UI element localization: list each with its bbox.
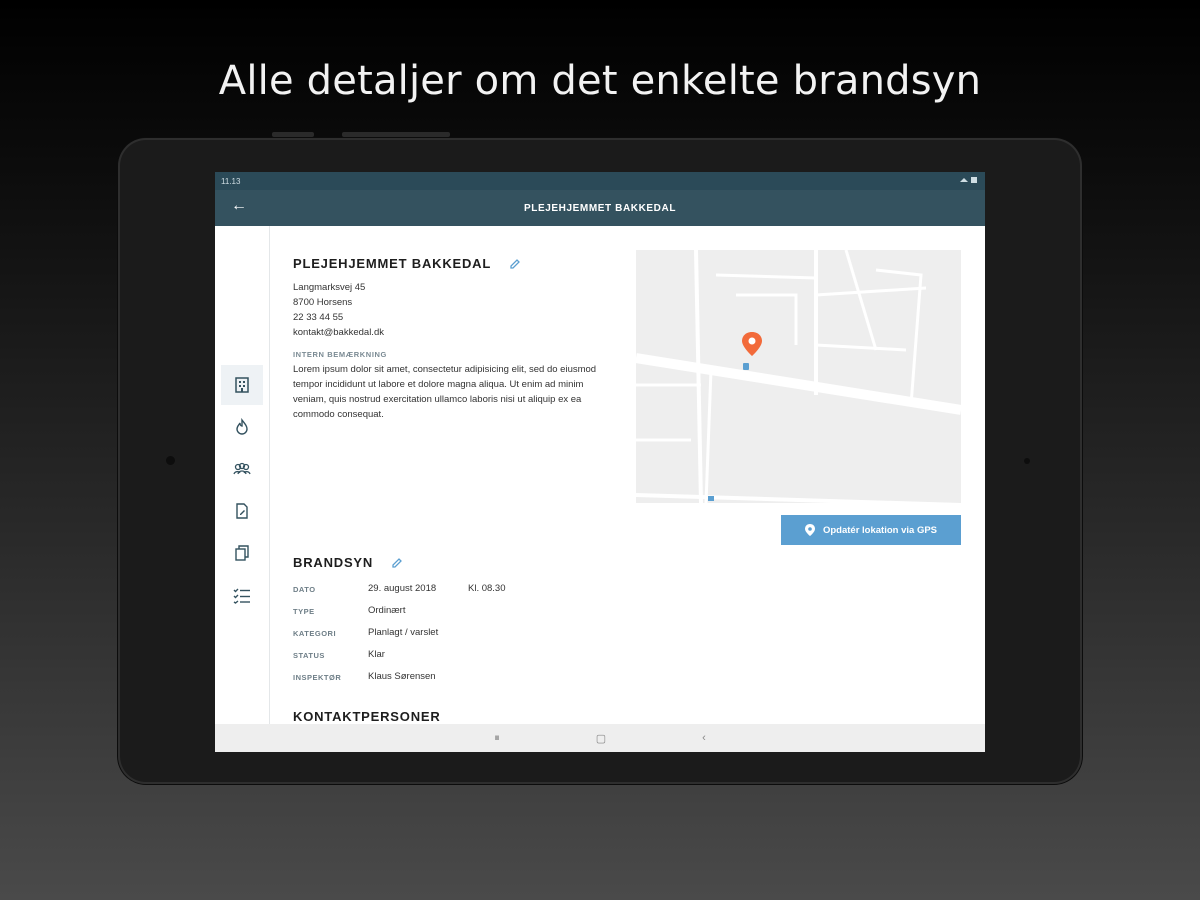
wifi-battery-icon	[960, 177, 977, 183]
location-pin-icon	[804, 524, 815, 536]
inspector-value: Klaus Sørensen	[368, 671, 436, 682]
app-bar: ← PLEJEHJEMMET BAKKEDAL	[215, 190, 985, 226]
date-label: DATO	[293, 585, 316, 594]
edit-pencil-icon[interactable]	[391, 557, 403, 569]
sidebar-item-checklist[interactable]	[221, 575, 263, 615]
address-line1: Langmarksvej 45	[293, 282, 366, 293]
sidebar	[215, 226, 270, 724]
status-label: STATUS	[293, 651, 325, 660]
tablet-volume-button	[272, 132, 314, 137]
people-icon	[233, 462, 251, 475]
back-arrow-icon[interactable]: ←	[231, 197, 247, 215]
sidebar-item-building[interactable]	[221, 365, 263, 405]
brandsyn-title: BRANDSYN	[293, 555, 374, 570]
map-streets	[636, 250, 961, 503]
document-edit-icon	[236, 503, 248, 519]
sidebar-item-people[interactable]	[221, 449, 263, 489]
tablet-power-button	[342, 132, 450, 137]
location-name: PLEJEHJEMMET BAKKEDAL	[293, 256, 492, 271]
status-icons	[959, 176, 979, 186]
sidebar-item-fire[interactable]	[221, 407, 263, 447]
front-camera	[166, 456, 175, 465]
phone[interactable]: 22 33 44 55	[293, 310, 633, 325]
inspector-label: INSPEKTØR	[293, 673, 342, 682]
update-gps-button[interactable]: Opdatér lokation via GPS	[781, 515, 961, 545]
note-text: Lorem ipsum dolor sit amet, consectetur …	[293, 364, 597, 420]
back-icon[interactable]: ‹	[702, 732, 706, 744]
flame-icon	[236, 418, 248, 435]
edit-pencil-icon[interactable]	[509, 258, 521, 270]
app-bar-title: PLEJEHJEMMET BAKKEDAL	[523, 202, 677, 214]
sidebar-item-document[interactable]	[221, 491, 263, 531]
checklist-icon	[233, 588, 250, 604]
sidebar-item-copy[interactable]	[221, 533, 263, 573]
type-label: TYPE	[293, 607, 315, 616]
status-value: Klar	[368, 649, 385, 660]
time-value: Kl. 08.30	[468, 583, 506, 594]
type-value: Ordinært	[368, 605, 406, 616]
address-line2: 8700 Horsens	[293, 297, 353, 308]
status-bar: 11.13	[215, 172, 985, 190]
location-section: PLEJEHJEMMET BAKKEDAL Langmarksvej 45 87…	[293, 256, 633, 422]
date-value: 29. august 2018	[368, 583, 437, 594]
email[interactable]: kontakt@bakkedal.dk	[293, 325, 633, 340]
category-label: KATEGORI	[293, 629, 337, 638]
sensor	[1024, 458, 1030, 464]
brandsyn-header: BRANDSYN	[293, 555, 403, 570]
headline: Alle detaljer om det enkelte brandsyn	[218, 58, 982, 104]
status-time: 11.13	[221, 176, 241, 186]
home-icon[interactable]: ▢	[596, 732, 606, 745]
gps-button-label: Opdatér lokation via GPS	[822, 524, 938, 536]
copy-icon	[235, 545, 249, 561]
category-value: Planlagt / varslet	[368, 627, 439, 638]
app-screen: 11.13 ← PLEJEHJEMMET BAKKEDAL PLEJEHJEMM…	[215, 172, 985, 752]
android-nav-bar: ⏸ ▢ ‹	[215, 724, 985, 752]
map-view[interactable]	[636, 250, 961, 503]
recents-icon[interactable]: ⏸	[494, 732, 500, 745]
note-label: INTERN BEMÆRKNING	[293, 350, 387, 359]
building-icon	[235, 377, 249, 393]
contacts-title: KONTAKTPERSONER	[293, 709, 441, 724]
